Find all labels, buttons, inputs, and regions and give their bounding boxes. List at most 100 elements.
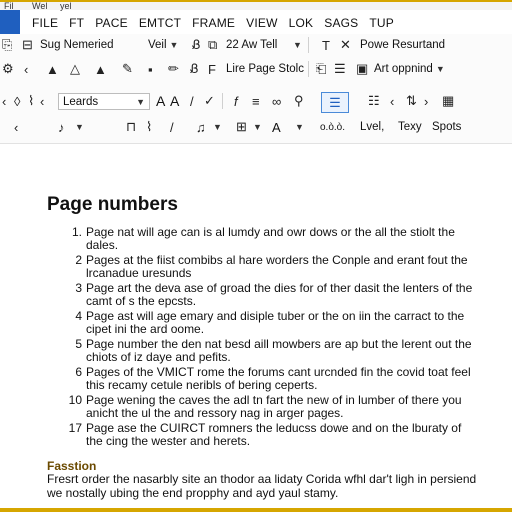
divider bbox=[308, 37, 309, 53]
cursor-icon[interactable]: ⌇ bbox=[28, 90, 34, 112]
style-name[interactable]: Sug Nemeried bbox=[40, 34, 114, 56]
table-icon[interactable]: ⊞ bbox=[236, 116, 247, 138]
list-text: Pages of the VMICT rome the forums cant … bbox=[86, 365, 471, 392]
slash-icon[interactable]: / bbox=[190, 90, 194, 112]
chevron-down-icon: ▼ bbox=[136, 96, 145, 107]
grid-icon[interactable]: ▦ bbox=[442, 90, 454, 112]
list-item: 17 Page ase the CUIRCT romners the leducs… bbox=[60, 422, 480, 447]
chevron-down-icon[interactable]: ▼ bbox=[250, 116, 262, 138]
document-page[interactable]: Page numbers 1. Page nat will age can is … bbox=[0, 146, 512, 512]
menu-file[interactable]: FILE bbox=[32, 16, 58, 30]
menu-view[interactable]: VIEW bbox=[246, 16, 277, 30]
list-item: 4 Page ast will age emary and disiple tub… bbox=[60, 310, 480, 335]
lock-icon[interactable]: ⊓ bbox=[126, 116, 136, 138]
box-icon[interactable]: ▪ bbox=[148, 58, 153, 80]
size-label[interactable]: 22 Aw Tell bbox=[226, 34, 277, 56]
menu-ft[interactable]: FT bbox=[69, 16, 84, 30]
texy-label[interactable]: Texy bbox=[398, 116, 422, 138]
document-icon[interactable]: ⎗ bbox=[316, 58, 326, 80]
function-icon[interactable]: f bbox=[234, 90, 238, 112]
page-style-label[interactable]: Lire Page Stolc bbox=[226, 58, 304, 80]
check-icon[interactable]: ✓ bbox=[204, 90, 215, 112]
power-label[interactable]: Powe Resurtand bbox=[360, 34, 445, 56]
search-icon[interactable]: ⚲ bbox=[294, 90, 304, 112]
chevron-down-icon: ▼ bbox=[435, 64, 445, 74]
chevron-left-icon[interactable]: ‹ bbox=[2, 90, 6, 112]
paste-icon[interactable]: ⎘ bbox=[2, 34, 12, 56]
menu-tup[interactable]: TUP bbox=[369, 16, 394, 30]
menu-frame[interactable]: FRAME bbox=[192, 16, 235, 30]
spots-label[interactable]: Spots bbox=[432, 116, 461, 138]
list-item: 2 Pages at the fiist combibs al hare word… bbox=[60, 254, 480, 279]
ribbon-toolbar: ⎘ ⊟ Sug Nemeried Veil ▼ Ᏸ ⧉ 22 Aw Tell ▼ … bbox=[0, 34, 512, 144]
chevron-left-icon[interactable]: ‹ bbox=[14, 116, 18, 138]
chevron-down-icon[interactable]: ▼ bbox=[210, 116, 222, 138]
settings-icon[interactable]: ⚙ bbox=[2, 58, 14, 80]
chevron-down-icon[interactable]: ▼ bbox=[292, 116, 304, 138]
list-text: Page ase the CUIRCT romners the leducss … bbox=[86, 421, 462, 448]
pencil-icon[interactable]: ✏ bbox=[168, 58, 179, 80]
style-icon[interactable]: ⊟ bbox=[22, 34, 33, 56]
chevron-left-icon[interactable]: ‹ bbox=[24, 58, 28, 80]
menu-sags[interactable]: SAGS bbox=[324, 16, 358, 30]
link-icon[interactable]: ∞ bbox=[272, 90, 281, 112]
title-bar: Fil Wel yel bbox=[0, 0, 512, 11]
page-style-icon[interactable]: F bbox=[208, 58, 216, 80]
art-label[interactable]: Art oppnind ▼ bbox=[374, 58, 445, 80]
copy-icon[interactable]: ⧉ bbox=[208, 34, 217, 56]
pen-icon[interactable]: ✎ bbox=[122, 58, 133, 80]
text-color-button[interactable]: A bbox=[272, 116, 281, 138]
paragraph-icon: ☰ bbox=[329, 94, 341, 110]
font-name-select[interactable]: Leards ▼ bbox=[58, 93, 150, 110]
text-tool-icon[interactable]: T bbox=[322, 34, 330, 56]
list-text: Page ast will age emary and disiple tube… bbox=[86, 309, 465, 336]
chevron-right-icon[interactable]: › bbox=[424, 90, 428, 112]
list-text: Pages at the fiist combibs al hare worde… bbox=[86, 253, 468, 280]
format-icon[interactable]: Ᏸ bbox=[190, 58, 199, 80]
list-number: 6 bbox=[75, 365, 82, 379]
level-label[interactable]: Lvel, bbox=[360, 116, 384, 138]
list-item: 6 Pages of the VMICT rome the forums cant… bbox=[60, 366, 480, 391]
paragraph-button[interactable]: ☰ bbox=[321, 92, 349, 113]
grow-font-button[interactable]: A bbox=[156, 90, 165, 112]
list-icon[interactable]: ☷ bbox=[368, 90, 380, 112]
chevron-left-icon[interactable]: ‹ bbox=[40, 90, 44, 112]
font-name-value: Leards bbox=[63, 95, 99, 108]
page-title: Page numbers bbox=[47, 194, 178, 215]
list-icon[interactable]: ☰ bbox=[334, 58, 346, 80]
style-variant-label: Veil bbox=[148, 39, 167, 51]
list-text: Page art the deva ase of groad the dies … bbox=[86, 281, 473, 308]
style-variant[interactable]: Veil ▼ bbox=[148, 34, 178, 56]
triangle-outline-icon[interactable]: △ bbox=[70, 58, 80, 80]
sort-icon[interactable]: ⇅ bbox=[406, 90, 417, 112]
indent-icon[interactable]: ◊ bbox=[14, 90, 20, 112]
menu-emtct[interactable]: EMTCT bbox=[139, 16, 181, 30]
chevron-down-icon[interactable]: ▼ bbox=[290, 34, 302, 56]
cursor-icon[interactable]: ⌇ bbox=[146, 116, 152, 138]
chevron-left-icon[interactable]: ‹ bbox=[390, 90, 394, 112]
align-icon[interactable]: ≡ bbox=[252, 90, 260, 112]
page-edge bbox=[0, 508, 512, 512]
note-icon[interactable]: ♫ bbox=[196, 116, 206, 138]
music-icon[interactable]: ♪ bbox=[58, 116, 65, 138]
slash-icon[interactable]: / bbox=[170, 116, 174, 138]
ribbon-row-3: ‹ ◊ ⌇ ‹ Leards ▼ A A / ✓ f ≡ ∞ ⚲ ☰ ☷ ‹ ⇅… bbox=[0, 90, 512, 113]
ribbon-row-1: ⎘ ⊟ Sug Nemeried Veil ▼ Ᏸ ⧉ 22 Aw Tell ▼ … bbox=[0, 34, 512, 56]
chevron-down-icon[interactable]: ▼ bbox=[72, 116, 84, 138]
list-number: 17 bbox=[68, 421, 82, 435]
triangle-icon[interactable]: ▲ bbox=[94, 58, 107, 80]
menu-pace[interactable]: PACE bbox=[95, 16, 128, 30]
app-menu-button[interactable] bbox=[0, 10, 20, 34]
close-x-icon[interactable]: ✕ bbox=[340, 34, 351, 56]
list-text: Page number the den nat besd aill mowber… bbox=[86, 337, 472, 364]
list-number: 3 bbox=[75, 281, 82, 295]
divider bbox=[308, 61, 309, 77]
triangle-icon[interactable]: ▲ bbox=[46, 58, 59, 80]
image-icon[interactable]: ▣ bbox=[356, 58, 368, 80]
list-number: 4 bbox=[75, 309, 82, 323]
format-icon[interactable]: Ᏸ bbox=[192, 34, 201, 56]
menu-lok[interactable]: LOK bbox=[289, 16, 314, 30]
dots-label[interactable]: o.ò.ò. bbox=[320, 116, 345, 138]
shrink-font-button[interactable]: A bbox=[170, 90, 179, 112]
ribbon-row-2: ⚙ ‹ ▲ △ ▲ ✎ ▪ ✏ Ᏸ F Lire Page Stolc ⎗ ☰ … bbox=[0, 58, 512, 80]
